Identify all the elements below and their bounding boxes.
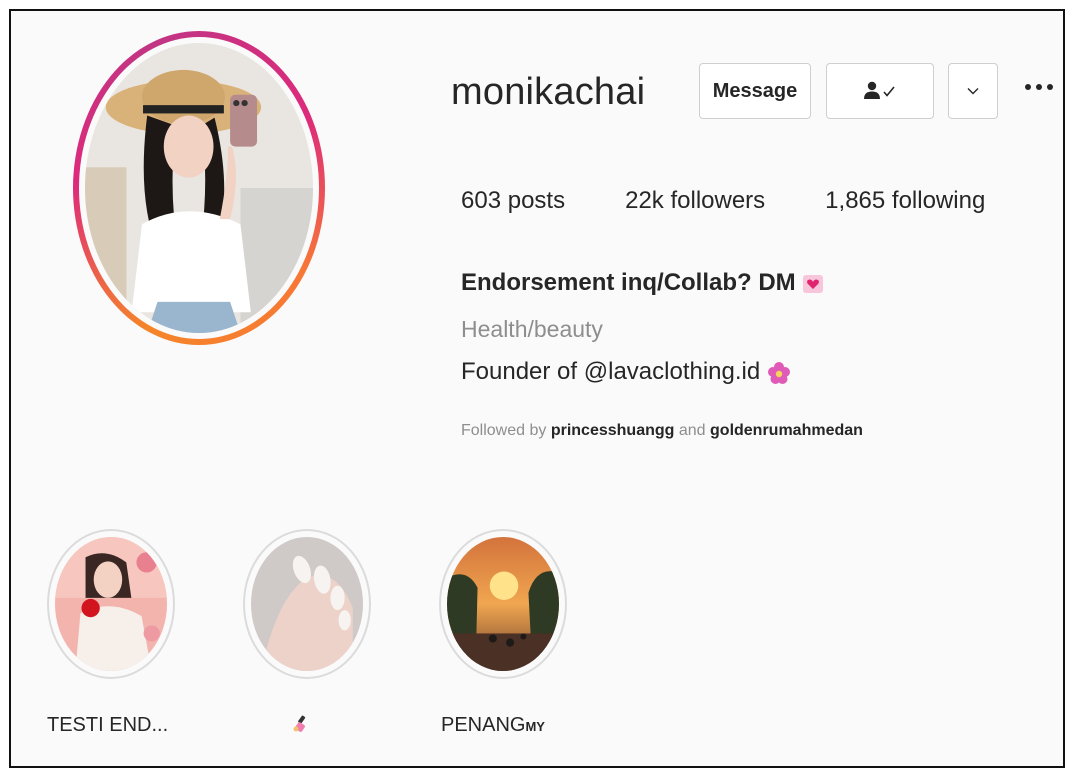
posts-label: posts (507, 187, 566, 214)
highlight-item[interactable] (243, 529, 373, 732)
profile-page: monikachai Message 603 posts 22k followe… (9, 9, 1065, 768)
following-label: following (891, 187, 986, 214)
bio-text: Founder of @lavaclothing.id (461, 358, 791, 386)
nail-polish-icon (293, 715, 306, 732)
highlight-item[interactable]: TESTI END... (47, 529, 177, 736)
highlight-label-text: PENANG (441, 714, 526, 736)
suggested-dropdown-button[interactable] (948, 63, 998, 119)
message-button[interactable]: Message (699, 63, 811, 119)
posts-count: 603 (461, 187, 502, 214)
more-options-icon (1025, 84, 1053, 90)
chevron-down-icon (967, 88, 979, 95)
bio-name-text: Endorsement inq/Collab? DM (461, 269, 796, 296)
followers-stat[interactable]: 22k followers (625, 187, 765, 215)
highlight-label (291, 714, 311, 740)
heart-icon (803, 274, 824, 293)
following-stat[interactable]: 1,865 following (825, 187, 985, 215)
flower-icon (767, 361, 790, 384)
profile-stats: 603 posts 22k followers 1,865 following (461, 187, 1045, 215)
highlight-label-suffix: MY (525, 719, 545, 734)
profile-photo (85, 43, 313, 333)
bio-category: Health/beauty (461, 316, 603, 342)
person-check-icon (864, 81, 895, 99)
followers-label: followers (670, 187, 766, 214)
profile-username: monikachai (451, 71, 646, 113)
followed-by-user-2[interactable]: goldenrumahmedan (710, 422, 863, 439)
highlight-cover (55, 537, 167, 671)
following-count: 1,865 (825, 187, 886, 214)
profile-avatar[interactable] (73, 31, 325, 345)
highlight-item[interactable]: PENANGMY (439, 529, 569, 736)
posts-stat: 603 posts (461, 187, 565, 215)
followers-count: 22k (625, 187, 664, 214)
followed-by[interactable]: Followed by princesshuangg and goldenrum… (461, 422, 863, 440)
followed-by-conjunction: and (678, 422, 706, 439)
more-options-button[interactable] (1021, 77, 1057, 101)
highlight-cover (251, 537, 363, 671)
highlight-label: PENANGMY (441, 714, 545, 737)
highlight-label: TESTI END... (47, 714, 169, 736)
followed-by-prefix: Followed by (461, 422, 547, 439)
following-button[interactable] (826, 63, 934, 119)
bio-name: Endorsement inq/Collab? DM (461, 269, 824, 297)
followed-by-user-1[interactable]: princesshuangg (551, 422, 675, 439)
bio-text-content: Founder of @lavaclothing.id (461, 358, 761, 385)
highlight-cover (447, 537, 559, 671)
